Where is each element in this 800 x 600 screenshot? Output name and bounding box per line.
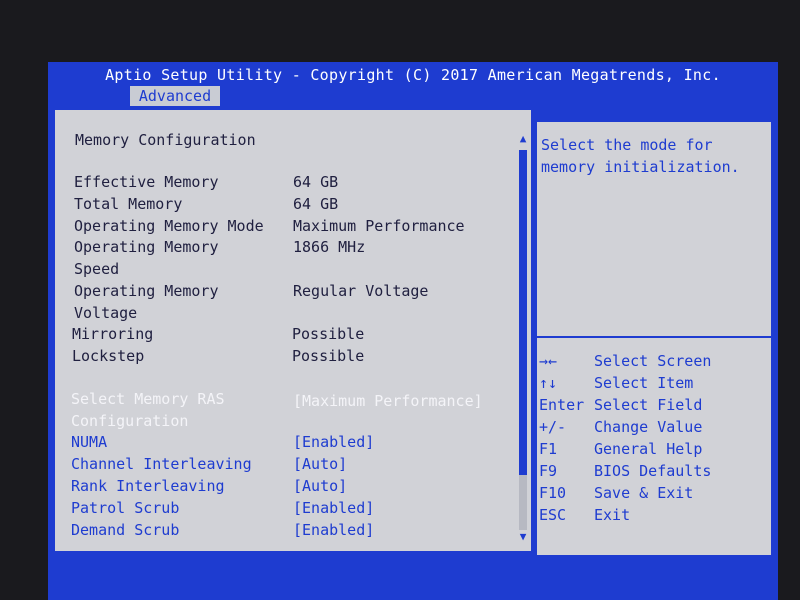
memory-ras-value[interactable]: [Maximum Performance]	[293, 392, 483, 410]
help-line-1: Select the mode for	[541, 136, 713, 154]
tab-advanced[interactable]: Advanced	[130, 86, 220, 106]
operating-memory-voltage-label: Operating Memory	[74, 282, 219, 300]
key-select-screen: →←	[539, 352, 558, 370]
demand-scrub-value[interactable]: [Enabled]	[293, 521, 374, 539]
key-f9: F9	[539, 462, 558, 480]
key-esc-action: Exit	[594, 506, 631, 524]
memory-ras-label[interactable]: Select Memory RAS	[71, 390, 225, 408]
operating-memory-mode-value: Maximum Performance	[293, 217, 465, 235]
memory-ras-label-2[interactable]: Configuration	[71, 412, 188, 430]
lockstep-value: Possible	[292, 347, 365, 365]
key-enter-action: Select Field	[594, 396, 703, 414]
key-f1-action: General Help	[594, 440, 703, 458]
help-line-2: memory initialization.	[541, 158, 740, 176]
total-memory-label: Total Memory	[74, 195, 183, 213]
key-select-screen-action: Select Screen	[594, 352, 712, 370]
footer-bar	[48, 560, 778, 600]
help-divider	[537, 336, 771, 338]
key-f10: F10	[539, 484, 567, 502]
rank-interleaving-value[interactable]: [Auto]	[293, 477, 347, 495]
effective-memory-label: Effective Memory	[74, 173, 219, 191]
channel-interleaving-label[interactable]: Channel Interleaving	[71, 455, 252, 473]
mirroring-value: Possible	[292, 325, 365, 343]
operating-memory-speed-label-2: Speed	[74, 260, 120, 278]
lockstep-label: Lockstep	[72, 347, 145, 365]
rank-interleaving-label[interactable]: Rank Interleaving	[71, 477, 225, 495]
mirroring-label: Mirroring	[72, 325, 154, 343]
key-select-item-action: Select Item	[594, 374, 694, 392]
key-change-value-action: Change Value	[594, 418, 703, 436]
scrollbar[interactable]: ▲ ▼	[518, 133, 528, 542]
operating-memory-voltage-value: Regular Voltage	[293, 282, 429, 300]
patrol-scrub-value[interactable]: [Enabled]	[293, 499, 374, 517]
settings-panel: Memory Configuration Effective Memory 64…	[53, 108, 533, 553]
operating-memory-voltage-label-2: Voltage	[74, 304, 138, 322]
key-enter: Enter	[539, 396, 585, 414]
operating-memory-speed-value: 1866 MHz	[293, 238, 366, 256]
channel-interleaving-value[interactable]: [Auto]	[293, 455, 347, 473]
scroll-up-arrow-icon[interactable]: ▲	[518, 133, 528, 144]
numa-value[interactable]: [Enabled]	[293, 433, 374, 451]
operating-memory-speed-label: Operating Memory	[74, 238, 219, 256]
patrol-scrub-label[interactable]: Patrol Scrub	[71, 499, 179, 517]
bios-title: Aptio Setup Utility - Copyright (C) 2017…	[105, 66, 721, 84]
key-change-value: +/-	[539, 418, 567, 436]
total-memory-value: 64 GB	[293, 195, 339, 213]
help-text: Select the mode for memory initializatio…	[541, 134, 761, 178]
key-f1: F1	[539, 440, 558, 458]
bios-screen: Aptio Setup Utility - Copyright (C) 2017…	[48, 62, 778, 600]
section-title: Memory Configuration	[75, 131, 256, 149]
help-panel: Select the mode for memory initializatio…	[535, 120, 773, 557]
key-f10-action: Save & Exit	[594, 484, 694, 502]
key-esc: ESC	[539, 506, 567, 524]
operating-memory-mode-label: Operating Memory Mode	[74, 217, 264, 235]
scrollbar-thumb[interactable]	[519, 150, 527, 475]
demand-scrub-label[interactable]: Demand Scrub	[71, 521, 179, 539]
numa-label[interactable]: NUMA	[71, 433, 107, 451]
scroll-down-arrow-icon[interactable]: ▼	[518, 531, 528, 542]
key-f9-action: BIOS Defaults	[594, 462, 712, 480]
effective-memory-value: 64 GB	[293, 173, 339, 191]
key-select-item: ↑↓	[539, 374, 558, 392]
